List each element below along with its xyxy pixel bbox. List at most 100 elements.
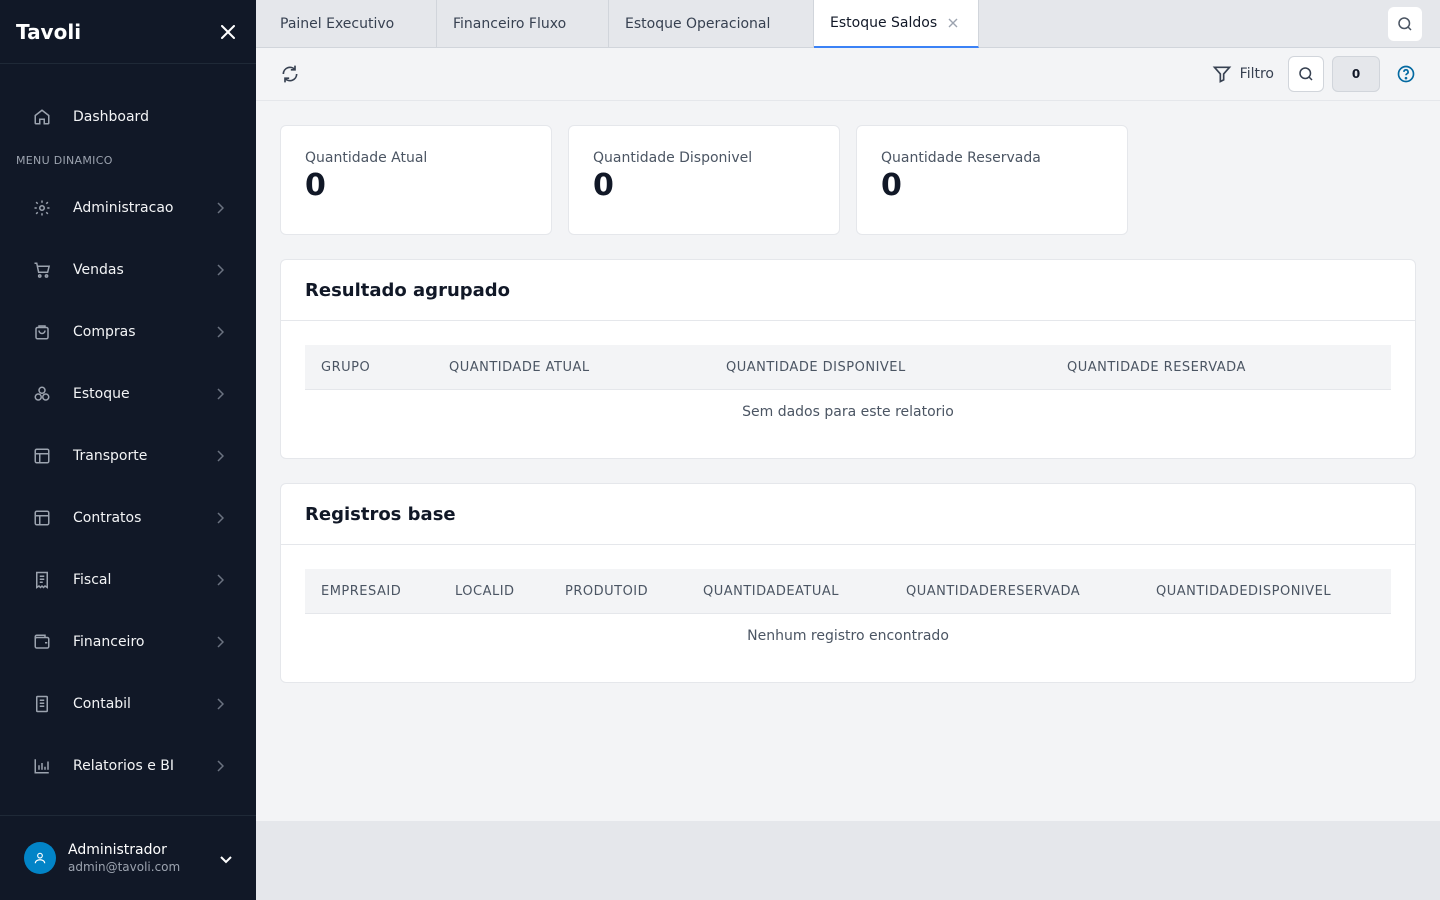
kpi-value: 0 [881,168,902,203]
main-content: Quantidade Atual 0 Quantidade Disponivel… [256,101,1440,821]
chevron-right-icon [212,634,228,650]
tab-label: Financeiro Fluxo [453,16,567,32]
wallet-icon [32,632,52,652]
sidebar-item-financeiro[interactable]: Financeiro [16,611,240,673]
user-name: Administrador [68,842,167,858]
column-header[interactable]: GRUPO [321,345,370,390]
home-icon [32,107,52,127]
tab-label: Painel Executivo [280,16,395,32]
sidebar-item-compras[interactable]: Compras [16,301,240,363]
sidebar-item-label: Transporte [73,448,148,464]
tab-financeiro-fluxo[interactable]: Financeiro Fluxo [437,0,609,48]
chevron-right-icon [212,448,228,464]
tab-estoque-operacional[interactable]: Estoque Operacional [609,0,814,48]
sidebar-item-estoque[interactable]: Estoque [16,363,240,425]
column-header[interactable]: QUANTIDADEDISPONIVEL [1156,569,1331,614]
user-info: Administrador admin@tavoli.com [68,841,220,875]
kpi-card-quantidade-atual: Quantidade Atual 0 [280,125,552,235]
sidebar: Tavoli Dashboard MENU DINAMICO Administr… [0,0,256,900]
empty-state-message: Nenhum registro encontrado [747,628,949,644]
close-sidebar-button[interactable] [216,20,240,44]
column-header[interactable]: QUANTIDADE DISPONIVEL [726,345,906,390]
kpi-label: Quantidade Atual [305,150,428,166]
panel-title: Resultado agrupado [281,260,1415,321]
user-icon [34,852,46,864]
column-header[interactable]: EMPRESAID [321,569,401,614]
table-header: GRUPO QUANTIDADE ATUAL QUANTIDADE DISPON… [305,345,1391,390]
search-icon [1299,67,1313,81]
column-header[interactable]: QUANTIDADE RESERVADA [1067,345,1246,390]
kpi-card-quantidade-disponivel: Quantidade Disponivel 0 [568,125,840,235]
base-records-panel: Registros base EMPRESAID LOCALID PRODUTO… [280,483,1416,683]
help-icon [1397,65,1415,83]
book-icon [32,694,52,714]
avatar [24,842,56,874]
shopping-bag-icon [32,322,52,342]
base-table: EMPRESAID LOCALID PRODUTOID QUANTIDADEAT… [305,569,1391,658]
global-search-button[interactable] [1388,7,1422,41]
cart-icon [32,260,52,280]
user-email: admin@tavoli.com [68,860,181,874]
filter-label: Filtro [1239,66,1274,82]
chevron-right-icon [212,510,228,526]
kpi-value: 0 [593,168,614,203]
sidebar-item-administracao[interactable]: Administracao [16,177,240,239]
chevron-right-icon [212,324,228,340]
sidebar-item-label: Vendas [73,262,124,278]
empty-state-message: Sem dados para este relatorio [742,404,954,420]
kpi-value: 0 [305,168,326,203]
sidebar-item-relatorios[interactable]: Relatorios e BI [16,735,240,797]
column-header[interactable]: LOCALID [455,569,515,614]
search-button[interactable] [1288,56,1324,92]
sidebar-item-fiscal[interactable]: Fiscal [16,549,240,611]
receipt-icon [32,570,52,590]
tab-painel-executivo[interactable]: Painel Executivo [256,0,437,48]
sidebar-item-dashboard[interactable]: Dashboard [16,86,240,148]
layout-icon [32,508,52,528]
sidebar-item-label: Relatorios e BI [73,758,174,774]
record-count-badge[interactable]: 0 [1332,56,1380,92]
filter-button[interactable]: Filtro [1212,61,1274,87]
chevron-right-icon [212,386,228,402]
search-icon [1398,17,1412,31]
close-tab-button[interactable] [947,17,959,29]
chevron-right-icon [212,262,228,278]
refresh-icon [282,65,298,83]
column-header[interactable]: QUANTIDADERESERVADA [906,569,1080,614]
sidebar-section-label: MENU DINAMICO [16,154,113,167]
kpi-card-quantidade-reservada: Quantidade Reservada 0 [856,125,1128,235]
sidebar-item-vendas[interactable]: Vendas [16,239,240,301]
content-footer-area [256,821,1440,900]
sidebar-item-contratos[interactable]: Contratos [16,487,240,549]
table-header: EMPRESAID LOCALID PRODUTOID QUANTIDADEAT… [305,569,1391,614]
sidebar-item-label: Contabil [73,696,131,712]
panel-title: Registros base [281,484,1415,545]
brand-logo: Tavoli [16,19,82,44]
column-header[interactable]: QUANTIDADEATUAL [703,569,839,614]
sidebar-item-label: Financeiro [73,634,145,650]
tab-bar: Painel Executivo Financeiro Fluxo Estoqu… [256,0,1440,48]
sidebar-item-transporte[interactable]: Transporte [16,425,240,487]
gear-icon [32,198,52,218]
filter-icon [1212,66,1232,83]
kpi-label: Quantidade Reservada [881,150,1041,166]
chevron-down-icon[interactable] [220,849,232,868]
chevron-right-icon [212,572,228,588]
sidebar-header: Tavoli [0,0,256,64]
column-header[interactable]: QUANTIDADE ATUAL [449,345,590,390]
grouped-results-panel: Resultado agrupado GRUPO QUANTIDADE ATUA… [280,259,1416,459]
user-menu[interactable]: Administrador admin@tavoli.com [0,815,256,900]
chevron-right-icon [212,200,228,216]
column-header[interactable]: PRODUTOID [565,569,648,614]
sidebar-item-label: Fiscal [73,572,112,588]
sidebar-item-contabil[interactable]: Contabil [16,673,240,735]
kpi-label: Quantidade Disponivel [593,150,753,166]
tab-label: Estoque Operacional [625,16,771,32]
layout-icon [32,446,52,466]
help-button[interactable] [1396,64,1416,84]
grouped-table: GRUPO QUANTIDADE ATUAL QUANTIDADE DISPON… [305,345,1391,434]
tab-estoque-saldos[interactable]: Estoque Saldos [814,0,979,48]
refresh-button[interactable] [280,64,300,84]
sidebar-menu: Administracao Vendas Compras Estoque Tra… [16,177,240,797]
tab-label: Estoque Saldos [830,15,938,31]
